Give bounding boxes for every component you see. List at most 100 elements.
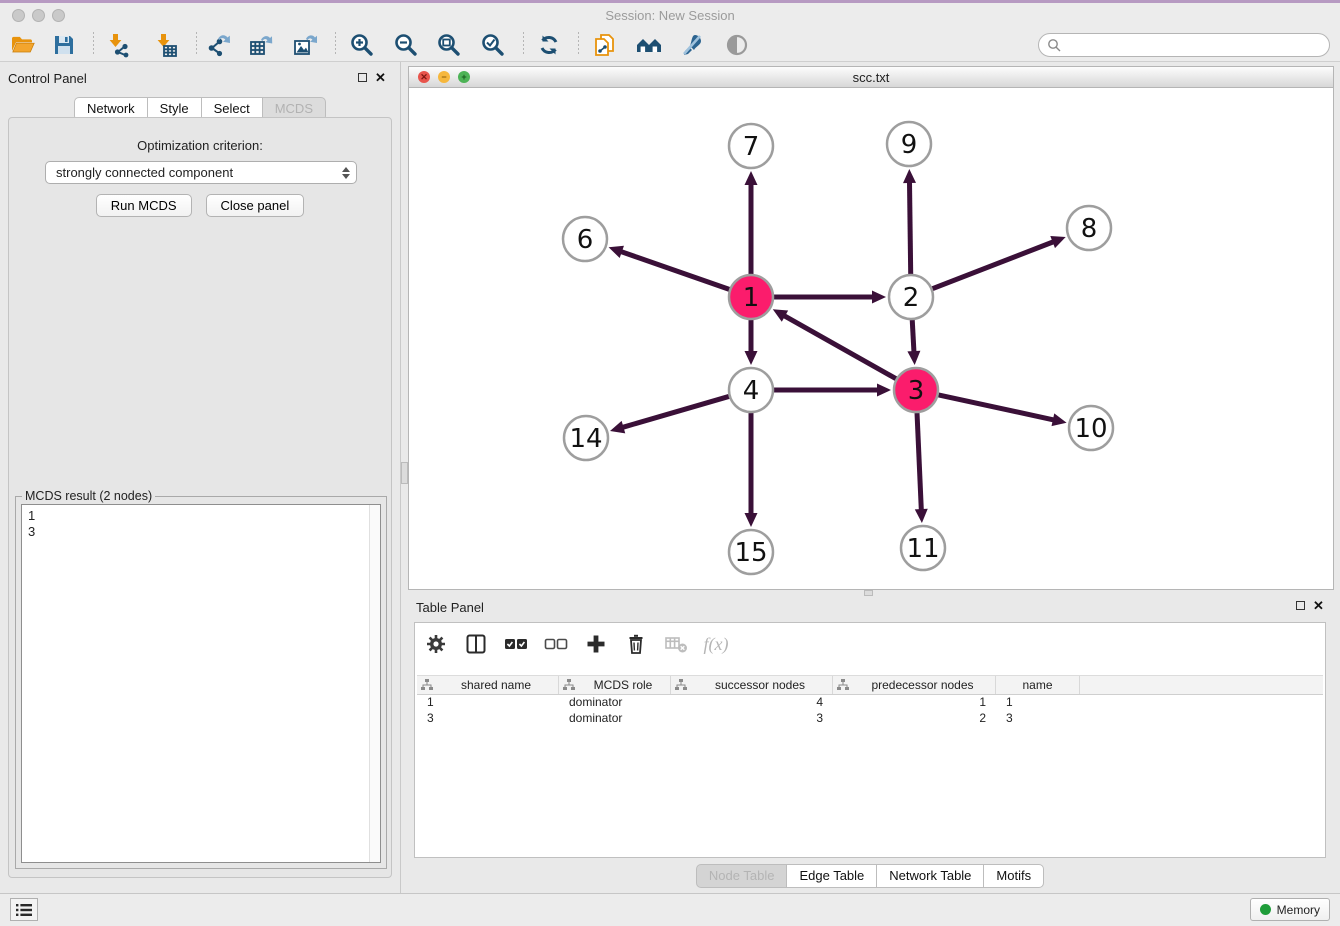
table-cell[interactable]: 3	[417, 711, 559, 727]
network-window-titlebar[interactable]: ✕ − + scc.txt	[409, 67, 1333, 88]
edge-2-9[interactable]	[909, 181, 910, 274]
table-cell[interactable]: dominator	[559, 711, 671, 727]
edge-3-11[interactable]	[917, 413, 921, 511]
open-file-icon[interactable]	[8, 30, 38, 60]
table-cell[interactable]: 3	[671, 711, 833, 727]
edge-arrowhead	[877, 384, 891, 397]
edge-arrowhead	[907, 351, 920, 365]
mcds-panel: Optimization criterion: strongly connect…	[8, 117, 392, 878]
main-toolbar	[0, 28, 1340, 62]
table-row[interactable]: 1dominator411	[417, 695, 1323, 711]
table-cell[interactable]: 1	[417, 695, 559, 711]
zoom-in-icon[interactable]	[347, 30, 377, 60]
select-all-columns-icon[interactable]	[503, 631, 529, 657]
zoom-selected-icon[interactable]	[478, 30, 508, 60]
edge-arrowhead	[903, 169, 916, 183]
toolbar-separator	[196, 32, 197, 56]
zoom-out-icon[interactable]	[391, 30, 421, 60]
search-box[interactable]	[1038, 33, 1330, 57]
edge-4-14[interactable]	[622, 396, 729, 427]
edge-1-6[interactable]	[620, 251, 729, 289]
table-cell[interactable]: 3	[996, 711, 1080, 727]
edge-2-8[interactable]	[932, 241, 1054, 288]
search-input[interactable]	[1062, 37, 1329, 53]
column-header-shared-name[interactable]: shared name	[417, 676, 559, 694]
titlebar: Session: New Session	[0, 3, 1340, 28]
import-network-icon[interactable]	[103, 30, 133, 60]
memory-button[interactable]: Memory	[1250, 898, 1330, 921]
edge-2-3[interactable]	[912, 320, 914, 353]
edge-arrowhead	[745, 171, 758, 185]
import-table-icon[interactable]	[151, 30, 181, 60]
refresh-icon[interactable]	[534, 30, 564, 60]
zoom-fit-icon[interactable]	[434, 30, 464, 60]
column-header-successor-nodes[interactable]: successor nodes	[671, 676, 833, 694]
list-icon	[16, 903, 32, 917]
table-panel-tabs: Node TableEdge TableNetwork TableMotifs	[414, 864, 1326, 888]
table-cell[interactable]: dominator	[559, 695, 671, 711]
tab-motifs[interactable]: Motifs	[983, 864, 1044, 888]
export-network-icon[interactable]	[204, 30, 234, 60]
tab-network-table[interactable]: Network Table	[876, 864, 984, 888]
close-panel-button[interactable]: Close panel	[206, 194, 305, 217]
table-cell[interactable]: 1	[996, 695, 1080, 711]
table-toolbar: f(x)	[423, 629, 729, 659]
close-table-panel-icon[interactable]: ✕	[1313, 601, 1324, 610]
duplicate-network-icon[interactable]	[590, 30, 620, 60]
apply-style-icon[interactable]	[677, 30, 707, 60]
table-cell[interactable]: 2	[833, 711, 996, 727]
export-table-icon[interactable]	[246, 30, 276, 60]
float-panel-icon[interactable]	[358, 73, 367, 82]
edge-3-1[interactable]	[783, 315, 896, 379]
criterion-select[interactable]: strongly connected component	[45, 161, 357, 184]
memory-status-icon	[1260, 904, 1271, 915]
graph-node-label: 2	[903, 283, 920, 313]
column-label: name	[1000, 678, 1075, 692]
criterion-selected-value: strongly connected component	[56, 165, 342, 180]
edge-arrowhead	[1052, 413, 1067, 426]
edge-3-10[interactable]	[938, 395, 1054, 420]
nested-networks-icon[interactable]	[634, 30, 664, 60]
delete-column-icon[interactable]	[623, 631, 649, 657]
split-pane-handle[interactable]	[401, 462, 408, 484]
show-hide-panel-icon[interactable]	[722, 30, 752, 60]
table-cell[interactable]: 4	[671, 695, 833, 711]
table-settings-icon[interactable]	[423, 631, 449, 657]
table-cell[interactable]: 1	[833, 695, 996, 711]
graph-node-label: 10	[1074, 414, 1107, 444]
run-mcds-button[interactable]: Run MCDS	[96, 194, 192, 217]
table-panel-title: Table Panel	[416, 600, 484, 615]
memory-label: Memory	[1277, 903, 1320, 917]
table-row[interactable]: 3dominator323	[417, 711, 1323, 727]
column-type-icon	[837, 679, 849, 691]
mcds-result-group: MCDS result (2 nodes) 1 3	[15, 496, 387, 869]
edge-arrowhead	[610, 421, 625, 433]
table-panel-buttons: ✕	[1296, 601, 1324, 610]
close-panel-icon[interactable]: ✕	[375, 73, 386, 82]
column-header-predecessor-nodes[interactable]: predecessor nodes	[833, 676, 996, 694]
float-table-panel-icon[interactable]	[1296, 601, 1305, 610]
table-header-row: shared nameMCDS rolesuccessor nodes prede…	[417, 675, 1323, 695]
edge-arrowhead	[609, 246, 624, 258]
column-header-name[interactable]: name	[996, 676, 1080, 694]
add-column-icon[interactable]	[583, 631, 609, 657]
graph-node-label: 14	[569, 424, 602, 454]
tab-node-table[interactable]: Node Table	[696, 864, 788, 888]
deselect-all-columns-icon[interactable]	[543, 631, 569, 657]
mcds-result-text[interactable]: 1 3	[21, 504, 381, 863]
tab-edge-table[interactable]: Edge Table	[786, 864, 877, 888]
column-type-icon	[421, 679, 433, 691]
column-header-MCDS-role[interactable]: MCDS role	[559, 676, 671, 694]
control-panel-buttons: ✕	[358, 73, 386, 82]
result-scrollbar[interactable]	[369, 505, 380, 862]
task-history-button[interactable]	[10, 898, 38, 921]
edge-arrowhead	[745, 513, 758, 527]
graph-node-label: 15	[734, 538, 767, 568]
delete-table-icon-disabled	[663, 631, 689, 657]
export-image-icon[interactable]	[290, 30, 320, 60]
network-resize-handle[interactable]	[864, 590, 873, 596]
network-canvas[interactable]: 7968124314101511	[409, 88, 1333, 589]
split-table-icon[interactable]	[463, 631, 489, 657]
column-label: predecessor nodes	[854, 678, 991, 692]
save-session-icon[interactable]	[49, 30, 79, 60]
